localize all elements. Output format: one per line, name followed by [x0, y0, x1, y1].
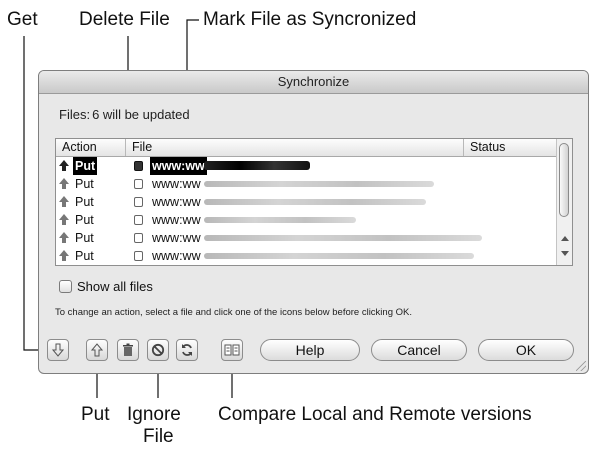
row-action: Put [75, 213, 94, 227]
file-icon [134, 233, 143, 243]
put-arrow-icon [59, 160, 69, 171]
show-all-files-checkbox[interactable]: Show all files [59, 279, 153, 294]
file-icon [134, 251, 143, 261]
instruction-text: To change an action, select a file and c… [55, 307, 412, 318]
mark-synced-button[interactable] [176, 339, 198, 361]
row-file: www:ww [152, 231, 201, 245]
row-file: www:ww [152, 195, 201, 209]
put-button[interactable] [86, 339, 108, 361]
redacted-path [204, 181, 434, 187]
redacted-path [204, 199, 426, 205]
callout-ignore-file-line1: Ignore [127, 404, 181, 425]
row-action: Put [73, 157, 98, 175]
cancel-button[interactable]: Cancel [371, 339, 467, 361]
callout-get: Get [7, 9, 38, 30]
redacted-path [204, 161, 310, 170]
compare-icon [224, 344, 240, 356]
help-button[interactable]: Help [260, 339, 360, 361]
put-arrow-icon [59, 232, 69, 243]
callout-mark-synced: Mark File as Syncronized [203, 9, 417, 30]
file-icon [134, 215, 143, 225]
synchronize-dialog: Synchronize Files: 6 will be updated Acti… [38, 70, 589, 374]
row-action: Put [75, 249, 94, 263]
column-header-action[interactable]: Action [56, 139, 126, 156]
resize-grip-icon[interactable] [576, 361, 586, 371]
show-all-files-label: Show all files [77, 279, 153, 294]
ok-button[interactable]: OK [478, 339, 574, 361]
vertical-scrollbar[interactable] [556, 139, 572, 265]
files-label: Files: [59, 107, 91, 122]
table-row[interactable]: Put www:ww [56, 193, 560, 211]
list-header: Action File Status [56, 139, 572, 157]
file-icon [134, 179, 143, 189]
get-icon [52, 343, 64, 357]
put-arrow-icon [59, 178, 69, 189]
column-header-status[interactable]: Status [464, 139, 560, 156]
sync-icon [182, 344, 192, 356]
table-row[interactable]: Put www:ww [56, 211, 560, 229]
file-list[interactable]: Action File Status Put www:ww Put www:ww Put… [55, 138, 573, 266]
put-icon [91, 343, 103, 357]
row-action: Put [75, 177, 94, 191]
row-file: www:ww [150, 157, 207, 175]
list-rows: Put www:ww Put www:ww Put www:ww Put www:ww Put w… [56, 157, 560, 265]
delete-file-button[interactable] [117, 339, 139, 361]
trash-icon [123, 343, 133, 356]
callout-ignore-file-line2: File [143, 426, 174, 447]
put-arrow-icon [59, 214, 69, 225]
table-row[interactable]: Put www:ww [56, 247, 560, 265]
row-file: www:ww [152, 213, 201, 227]
redacted-path [204, 217, 356, 223]
scroll-thumb[interactable] [559, 143, 569, 217]
scroll-up-arrow-icon[interactable] [561, 236, 569, 241]
get-button[interactable] [47, 339, 69, 361]
put-arrow-icon [59, 250, 69, 261]
redacted-path [204, 253, 474, 259]
scroll-down-arrow-icon[interactable] [561, 251, 569, 256]
table-row[interactable]: Put www:ww [56, 229, 560, 247]
files-summary: Files: 6 will be updated [59, 107, 190, 122]
file-icon [134, 161, 143, 171]
callout-compare: Compare Local and Remote versions [218, 404, 532, 425]
dialog-title: Synchronize [39, 71, 588, 94]
table-row[interactable]: Put www:ww [56, 175, 560, 193]
ignore-file-button[interactable] [147, 339, 169, 361]
redacted-path [204, 235, 482, 241]
row-file: www:ww [152, 249, 201, 263]
row-action: Put [75, 231, 94, 245]
table-row[interactable]: Put www:ww [56, 157, 560, 175]
row-file: www:ww [152, 177, 201, 191]
ignore-icon [151, 343, 165, 357]
file-icon [134, 197, 143, 207]
column-header-file[interactable]: File [126, 139, 464, 156]
checkbox-box[interactable] [59, 280, 72, 293]
callout-delete-file: Delete File [79, 9, 170, 30]
files-count: 6 will be updated [92, 107, 190, 122]
compare-button[interactable] [221, 339, 243, 361]
row-action: Put [75, 195, 94, 209]
callout-put: Put [81, 404, 110, 425]
put-arrow-icon [59, 196, 69, 207]
